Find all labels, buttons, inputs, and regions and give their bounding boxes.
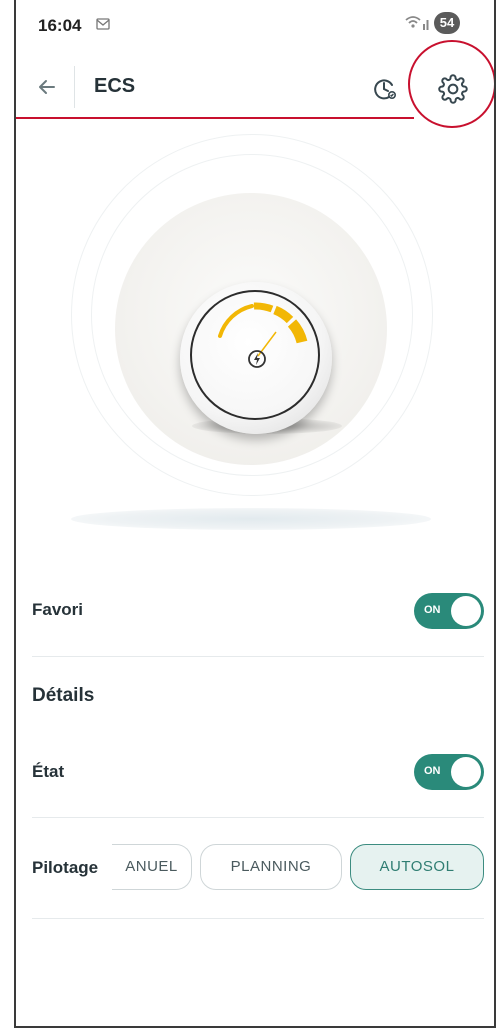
page-title: ECS [94, 75, 136, 97]
bolt-icon [246, 348, 268, 375]
divider [32, 817, 484, 818]
pilotage-option-manuel[interactable]: ANUEL [112, 844, 192, 890]
toggle-knob [451, 757, 481, 787]
etat-toggle-text: ON [424, 765, 441, 777]
device-face [190, 290, 320, 420]
divider [32, 918, 484, 919]
favori-toggle-text: ON [424, 604, 441, 616]
favori-toggle[interactable]: ON [414, 593, 484, 629]
pilotage-label: Pilotage [32, 858, 99, 877]
divider [32, 656, 484, 657]
pilotage-option-planning[interactable]: PLANNING [200, 844, 342, 890]
back-arrow-icon[interactable] [34, 74, 60, 100]
etat-toggle[interactable]: ON [414, 754, 484, 790]
toggle-knob [451, 596, 481, 626]
pilotage-option-autosol[interactable]: AUTOSOL [350, 844, 484, 890]
hero-shadow [71, 508, 431, 530]
favori-label: Favori [32, 600, 84, 619]
device-illustration [180, 282, 332, 434]
mail-icon [96, 17, 110, 33]
details-title: Détails [32, 685, 95, 706]
annotation-line [16, 117, 414, 119]
annotation-circle [408, 40, 494, 128]
appbar-divider [74, 66, 75, 108]
history-icon[interactable] [372, 76, 398, 102]
battery-badge: 54 [434, 12, 460, 34]
wifi-icon [404, 14, 430, 37]
phone-screen: 16:04 54 ECS Favori ON Détails État ON P… [14, 0, 496, 1028]
etat-label: État [32, 762, 65, 781]
status-time: 16:04 [38, 16, 82, 35]
